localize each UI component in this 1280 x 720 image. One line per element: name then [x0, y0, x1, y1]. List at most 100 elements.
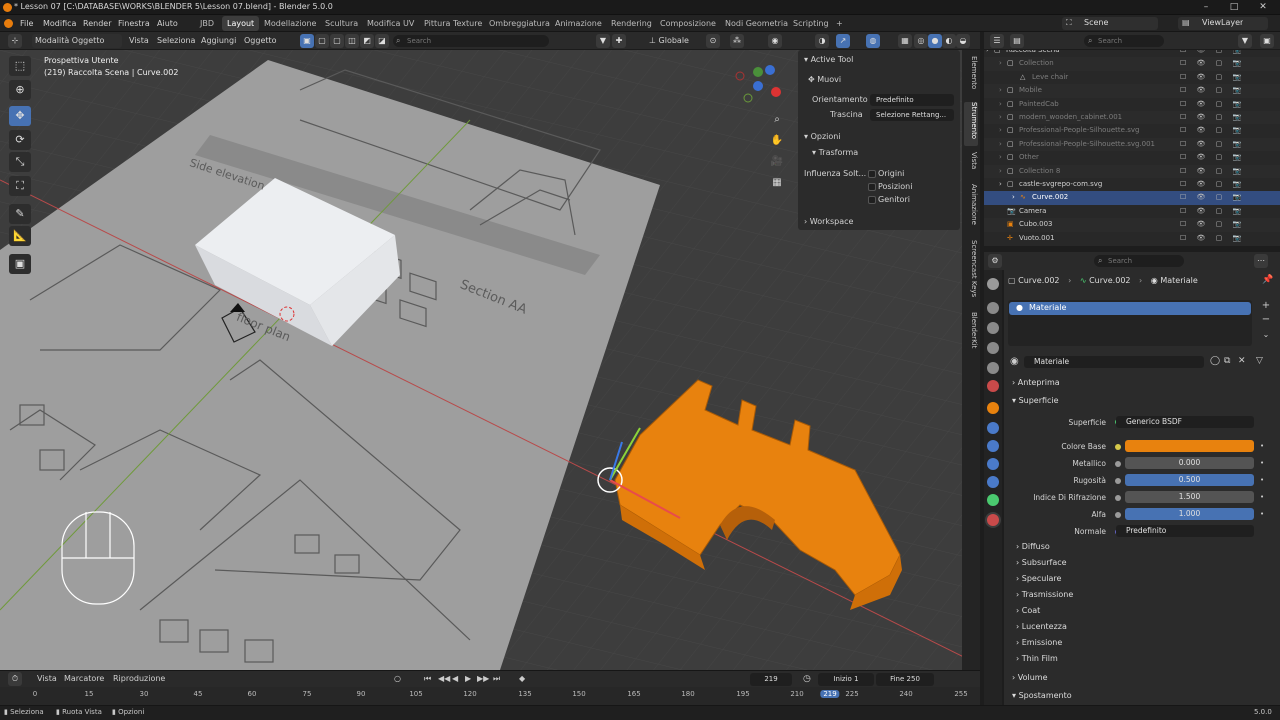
- autokey-icon[interactable]: ○: [394, 674, 401, 683]
- pan-hand-icon[interactable]: ✋: [768, 132, 786, 150]
- filter-icon[interactable]: ▼: [596, 34, 610, 48]
- material-browse-icon[interactable]: ◉: [1010, 356, 1019, 367]
- shading-solid-icon[interactable]: ●: [928, 34, 942, 48]
- shading-wireframe-icon[interactable]: ◎: [914, 34, 928, 48]
- section-transmission[interactable]: › Trasmissione: [1016, 590, 1280, 599]
- output-props-icon[interactable]: [987, 322, 999, 334]
- expand-chevron-icon[interactable]: ›: [999, 57, 1002, 70]
- outliner-row[interactable]: › ▢ Mobile ☐ 👁 ▢ 📷: [984, 84, 1280, 98]
- menu-add[interactable]: Aggiungi: [198, 34, 239, 48]
- expand-chevron-icon[interactable]: ›: [999, 98, 1002, 111]
- camera-view-icon[interactable]: 🎥: [768, 153, 786, 171]
- tab-view[interactable]: Vista: [964, 152, 978, 176]
- annotate-tool-icon[interactable]: ✎: [9, 204, 31, 224]
- expand-chevron-icon[interactable]: ›: [999, 165, 1002, 178]
- scene-selector[interactable]: ⛶ Scene: [1062, 17, 1158, 30]
- expand-chevron-icon[interactable]: ›: [1012, 191, 1015, 204]
- menu-view[interactable]: Vista: [126, 34, 152, 48]
- timeline-menu-view[interactable]: Vista: [34, 672, 60, 686]
- orientation-dropdown[interactable]: Predefinito: [870, 94, 954, 106]
- menu-edit[interactable]: Modifica: [39, 15, 80, 32]
- blender-menu-icon[interactable]: [4, 19, 13, 28]
- expand-chevron-icon[interactable]: ›: [999, 138, 1002, 151]
- ortho-toggle-icon[interactable]: ▦: [768, 174, 786, 192]
- expand-chevron-icon[interactable]: ›: [999, 84, 1002, 97]
- surface-shader-field[interactable]: Generico BSDF: [1116, 416, 1254, 428]
- visibility-toggles[interactable]: ☐ 👁 ▢ 📷: [1180, 205, 1245, 218]
- new-collection-icon[interactable]: ▣: [1260, 34, 1274, 48]
- tab-sculpting[interactable]: Scultura: [320, 16, 363, 31]
- outliner-editor-icon[interactable]: ☰: [990, 34, 1004, 48]
- visibility-toggles[interactable]: ☐ 👁 ▢ 📷: [1180, 165, 1245, 178]
- rotate-tool-icon[interactable]: ⟳: [9, 130, 31, 150]
- object-props-icon[interactable]: [987, 402, 999, 414]
- section-diffuse[interactable]: › Diffuso: [1016, 542, 1280, 551]
- outliner-row[interactable]: › ▢ modern_wooden_cabinet.001 ☐ 👁 ▢ 📷: [984, 111, 1280, 125]
- world-props-icon[interactable]: [987, 380, 999, 392]
- mode-selector[interactable]: Modalità Oggetto: [32, 34, 122, 48]
- tab-geometry-nodes[interactable]: Nodi Geometria: [720, 16, 793, 31]
- metallic-field[interactable]: 0.000: [1125, 457, 1254, 469]
- outliner-display-mode-icon[interactable]: ▤: [1010, 34, 1024, 48]
- section-sheen[interactable]: › Lucentezza: [1016, 622, 1280, 631]
- outliner-search-input[interactable]: Search: [1084, 35, 1164, 47]
- data-props-icon[interactable]: [987, 494, 999, 506]
- tab-animation[interactable]: Animazione: [550, 16, 607, 31]
- material-props-icon[interactable]: [987, 514, 999, 526]
- expand-chevron-icon[interactable]: ›: [999, 111, 1002, 124]
- tab-tool[interactable]: Strumento: [964, 102, 978, 146]
- tab-layout[interactable]: Layout: [222, 16, 260, 31]
- view-layer-props-icon[interactable]: [987, 342, 999, 354]
- slot-specials-icon[interactable]: ⌄: [1260, 330, 1272, 342]
- timeline-menu-marker[interactable]: Marcatore: [61, 672, 107, 686]
- ior-field[interactable]: 1.500: [1125, 491, 1254, 503]
- menu-select[interactable]: Seleziona: [154, 34, 198, 48]
- tab-texture-paint[interactable]: Pittura Texture: [419, 16, 487, 31]
- timeline-editor-icon[interactable]: ⏱: [8, 672, 22, 686]
- properties-editor-icon[interactable]: ⚙: [988, 254, 1002, 268]
- viewport-search-input[interactable]: Search: [393, 35, 549, 47]
- keyframe-dot-icon[interactable]: •: [1260, 442, 1264, 450]
- material-type-icon[interactable]: ▽: [1256, 356, 1263, 366]
- select-extend-icon[interactable]: ▢: [315, 34, 329, 48]
- workspace-panel-title[interactable]: › Workspace: [804, 215, 853, 229]
- outliner-row[interactable]: › ▢ Raccolta Scena ☐ 👁 ▢ 📷: [984, 50, 1280, 57]
- outliner-row[interactable]: › ▢ castle-svgrepo-com.svg ☐ 👁 ▢ 📷: [984, 178, 1280, 191]
- properties-options-icon[interactable]: ⋯: [1254, 254, 1268, 268]
- material-name-field[interactable]: Materiale: [1024, 356, 1204, 368]
- visibility-toggles[interactable]: ☐ 👁 ▢ 📷: [1180, 98, 1245, 111]
- tab-scripting[interactable]: Scripting: [788, 16, 834, 31]
- expand-chevron-icon[interactable]: ›: [999, 124, 1002, 137]
- select-intersect-icon[interactable]: ◩: [360, 34, 374, 48]
- unlink-material-icon[interactable]: ✕: [1238, 356, 1246, 366]
- select-invert-icon[interactable]: ◫: [345, 34, 359, 48]
- tab-modeling[interactable]: Modellazione: [259, 16, 321, 31]
- jump-start-icon[interactable]: ⏮: [424, 674, 431, 684]
- zoom-icon[interactable]: ⌕: [768, 111, 786, 129]
- alpha-field[interactable]: 1.000: [1125, 508, 1254, 520]
- outliner-row[interactable]: › ▢ Collection 8 ☐ 👁 ▢ 📷: [984, 164, 1280, 178]
- jump-end-icon[interactable]: ⏭: [493, 674, 500, 684]
- prev-key-icon[interactable]: ◀◀: [438, 674, 450, 683]
- keyframe-dot-icon[interactable]: •: [1260, 459, 1264, 467]
- keyframe-icon[interactable]: ◆: [519, 674, 525, 683]
- play-icon[interactable]: ▶: [465, 674, 471, 683]
- section-coat[interactable]: › Coat: [1016, 606, 1280, 615]
- outliner-row[interactable]: ▣ Cubo.003 ☐ 👁 ▢ 📷: [984, 218, 1280, 232]
- add-workspace-button[interactable]: +: [831, 16, 848, 31]
- expand-chevron-icon[interactable]: ›: [999, 178, 1002, 191]
- move-tool-icon[interactable]: ✥: [9, 106, 31, 126]
- snap-icon[interactable]: ⁂: [730, 34, 744, 48]
- tab-item[interactable]: Elemento: [964, 56, 978, 96]
- keyframe-dot-icon[interactable]: •: [1260, 476, 1264, 484]
- snap-target-icon[interactable]: ✚: [612, 34, 626, 48]
- section-preview[interactable]: › Anteprima: [1012, 378, 1276, 387]
- measure-tool-icon[interactable]: 📐: [9, 226, 31, 246]
- play-reverse-icon[interactable]: ◀: [452, 674, 458, 683]
- gizmo-toggle-icon[interactable]: ↗: [836, 34, 850, 48]
- scene-props-icon[interactable]: [987, 362, 999, 374]
- visibility-toggles[interactable]: ☐ 👁 ▢ 📷: [1180, 71, 1245, 84]
- outliner-row[interactable]: › ▢ Collection ☐ 👁 ▢ 📷: [984, 57, 1280, 71]
- outliner-row[interactable]: › ▢ Other ☐ 👁 ▢ 📷: [984, 151, 1280, 164]
- timeline-playhead[interactable]: 219: [820, 690, 840, 698]
